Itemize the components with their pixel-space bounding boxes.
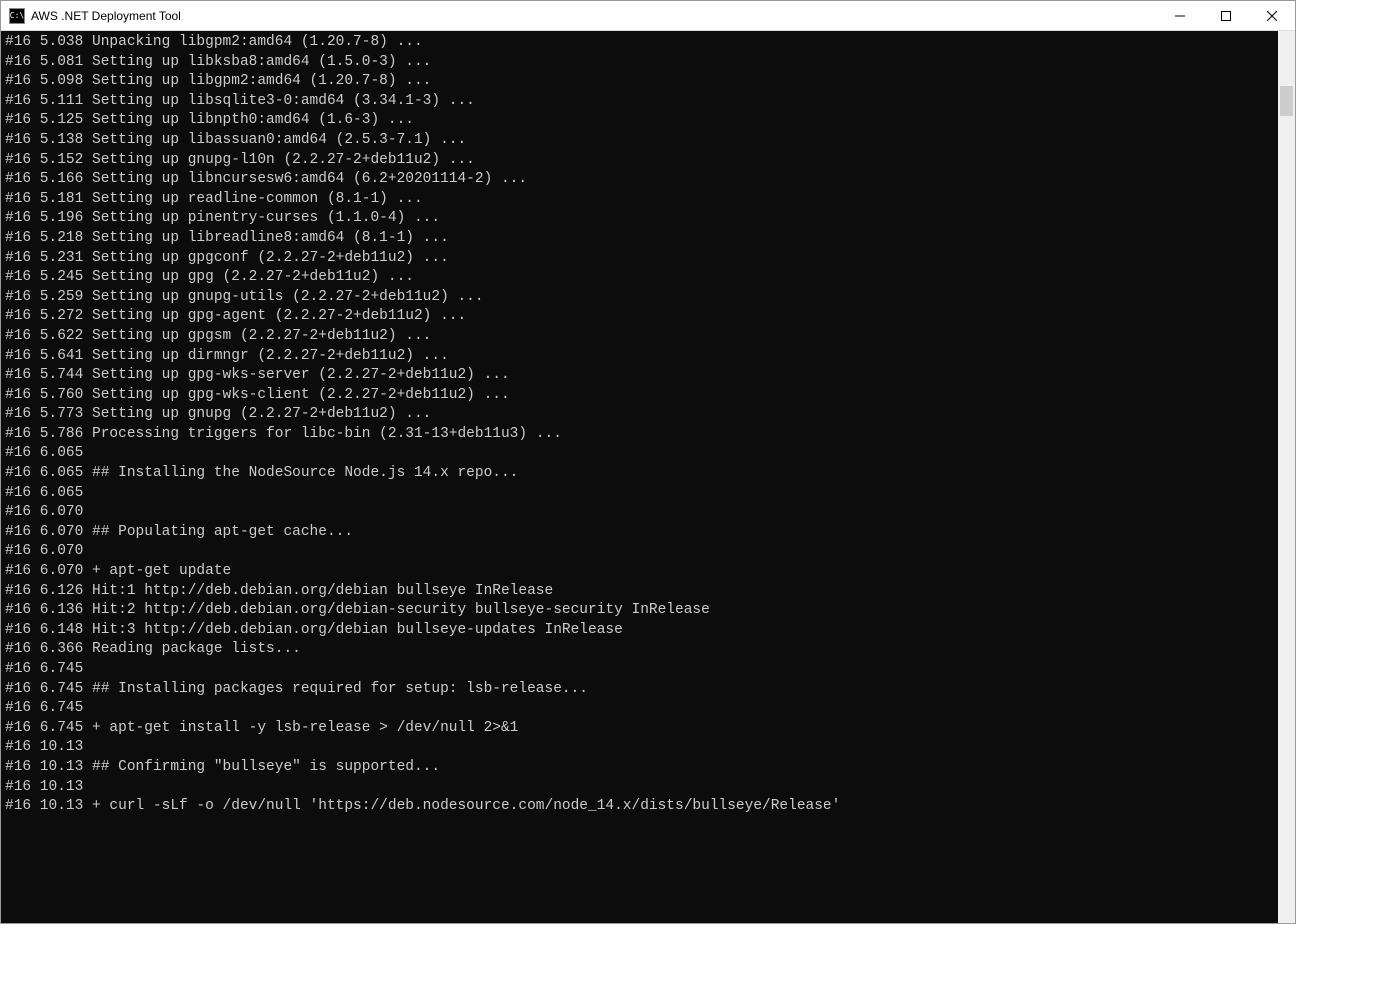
- titlebar[interactable]: C:\ AWS .NET Deployment Tool: [1, 1, 1295, 31]
- console-line: #16 5.098 Setting up libgpm2:amd64 (1.20…: [5, 72, 1274, 92]
- console-line: #16 5.081 Setting up libksba8:amd64 (1.5…: [5, 53, 1274, 73]
- close-button[interactable]: [1249, 1, 1295, 30]
- console-line: #16 6.366 Reading package lists...: [5, 640, 1274, 660]
- console-line: #16 5.125 Setting up libnpth0:amd64 (1.6…: [5, 111, 1274, 131]
- console-line: #16 6.070: [5, 542, 1274, 562]
- console-line: #16 6.745: [5, 660, 1274, 680]
- close-icon: [1267, 11, 1277, 21]
- console-line: #16 6.070 + apt-get update: [5, 562, 1274, 582]
- console-line: #16 5.744 Setting up gpg-wks-server (2.2…: [5, 366, 1274, 386]
- app-icon: C:\: [9, 8, 25, 24]
- console-line: #16 6.065: [5, 444, 1274, 464]
- console-line: #16 6.065 ## Installing the NodeSource N…: [5, 464, 1274, 484]
- console-area: #16 5.038 Unpacking libgpm2:amd64 (1.20.…: [1, 31, 1295, 923]
- console-line: #16 5.259 Setting up gnupg-utils (2.2.27…: [5, 288, 1274, 308]
- console-line: #16 6.148 Hit:3 http://deb.debian.org/de…: [5, 621, 1274, 641]
- console-line: #16 5.760 Setting up gpg-wks-client (2.2…: [5, 386, 1274, 406]
- console-line: #16 5.111 Setting up libsqlite3-0:amd64 …: [5, 92, 1274, 112]
- window-controls: [1157, 1, 1295, 30]
- console-line: #16 5.231 Setting up gpgconf (2.2.27-2+d…: [5, 249, 1274, 269]
- console-line: #16 5.152 Setting up gnupg-l10n (2.2.27-…: [5, 151, 1274, 171]
- console-line: #16 5.641 Setting up dirmngr (2.2.27-2+d…: [5, 347, 1274, 367]
- console-line: #16 5.272 Setting up gpg-agent (2.2.27-2…: [5, 307, 1274, 327]
- maximize-icon: [1221, 11, 1231, 21]
- console-line: #16 10.13 ## Confirming "bullseye" is su…: [5, 758, 1274, 778]
- console-line: #16 5.138 Setting up libassuan0:amd64 (2…: [5, 131, 1274, 151]
- minimize-icon: [1175, 11, 1185, 21]
- console-line: #16 6.126 Hit:1 http://deb.debian.org/de…: [5, 582, 1274, 602]
- scrollbar-thumb[interactable]: [1280, 86, 1293, 116]
- console-line: #16 10.13 + curl -sLf -o /dev/null 'http…: [5, 797, 1274, 817]
- console-line: #16 5.218 Setting up libreadline8:amd64 …: [5, 229, 1274, 249]
- console-output[interactable]: #16 5.038 Unpacking libgpm2:amd64 (1.20.…: [1, 31, 1278, 923]
- console-line: #16 6.745: [5, 699, 1274, 719]
- console-line: #16 5.245 Setting up gpg (2.2.27-2+deb11…: [5, 268, 1274, 288]
- console-line: #16 5.196 Setting up pinentry-curses (1.…: [5, 209, 1274, 229]
- console-line: #16 5.038 Unpacking libgpm2:amd64 (1.20.…: [5, 33, 1274, 53]
- console-line: #16 10.13: [5, 738, 1274, 758]
- console-line: #16 6.065: [5, 484, 1274, 504]
- console-line: #16 5.622 Setting up gpgsm (2.2.27-2+deb…: [5, 327, 1274, 347]
- maximize-button[interactable]: [1203, 1, 1249, 30]
- scrollbar[interactable]: [1278, 31, 1295, 923]
- console-line: #16 6.070: [5, 503, 1274, 523]
- console-line: #16 10.13: [5, 778, 1274, 798]
- console-line: #16 5.181 Setting up readline-common (8.…: [5, 190, 1274, 210]
- minimize-button[interactable]: [1157, 1, 1203, 30]
- console-line: #16 6.070 ## Populating apt-get cache...: [5, 523, 1274, 543]
- console-line: #16 5.166 Setting up libncursesw6:amd64 …: [5, 170, 1274, 190]
- console-line: #16 6.745 + apt-get install -y lsb-relea…: [5, 719, 1274, 739]
- console-line: #16 6.745 ## Installing packages require…: [5, 680, 1274, 700]
- console-line: #16 5.773 Setting up gnupg (2.2.27-2+deb…: [5, 405, 1274, 425]
- console-line: #16 6.136 Hit:2 http://deb.debian.org/de…: [5, 601, 1274, 621]
- console-line: #16 5.786 Processing triggers for libc-b…: [5, 425, 1274, 445]
- window-title: AWS .NET Deployment Tool: [31, 9, 1157, 23]
